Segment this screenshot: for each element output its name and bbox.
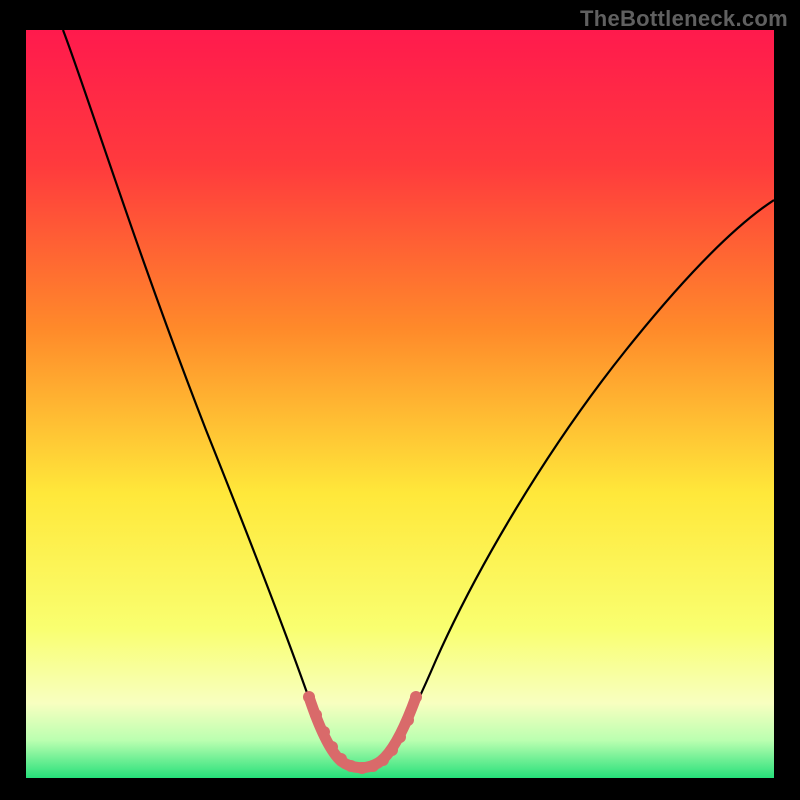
watermark-text: TheBottleneck.com <box>580 6 788 32</box>
gradient-background <box>26 30 774 778</box>
plot-area <box>26 30 774 778</box>
chart-svg <box>26 30 774 778</box>
chart-stage: TheBottleneck.com <box>0 0 800 800</box>
